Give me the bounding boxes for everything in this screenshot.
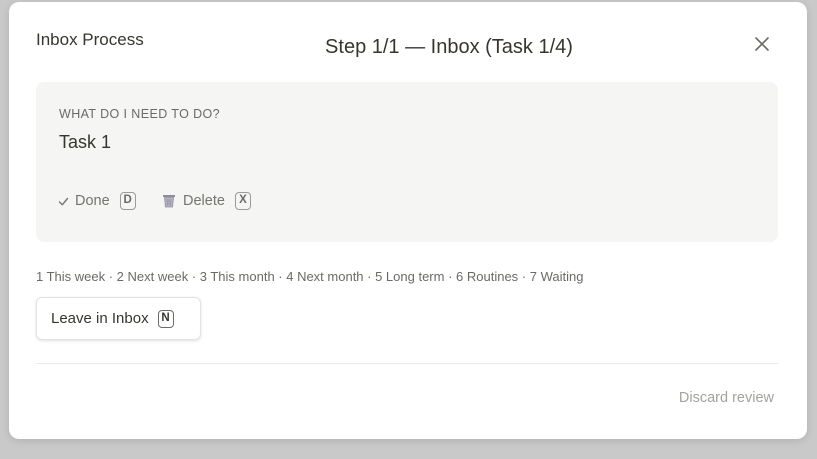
done-shortcut-key: D xyxy=(119,192,136,210)
delete-label: Delete xyxy=(183,193,225,209)
task-card: WHAT DO I NEED TO DO? Task 1 Done D Dele… xyxy=(36,82,778,242)
close-icon xyxy=(755,37,769,51)
leave-shortcut-key: N xyxy=(157,309,174,328)
task-question: WHAT DO I NEED TO DO? xyxy=(59,107,220,121)
leave-in-inbox-button[interactable]: Leave in Inbox N xyxy=(36,297,201,340)
check-icon xyxy=(58,196,69,207)
footer-divider xyxy=(36,363,778,364)
trash-icon xyxy=(161,193,177,209)
done-label: Done xyxy=(75,193,110,209)
done-button[interactable]: Done D xyxy=(58,192,136,210)
leave-in-inbox-label: Leave in Inbox xyxy=(51,310,149,327)
destination-options: 1 This week · 2 Next week · 3 This month… xyxy=(36,269,584,284)
step-title: Step 1/1 — Inbox (Task 1/4) xyxy=(325,36,573,58)
discard-review-link[interactable]: Discard review xyxy=(679,390,774,406)
inbox-process-dialog: Inbox Process Step 1/1 — Inbox (Task 1/4… xyxy=(9,2,807,439)
delete-button[interactable]: Delete X xyxy=(161,192,251,210)
delete-shortcut-key: X xyxy=(234,192,251,210)
task-name: Task 1 xyxy=(59,132,112,152)
close-button[interactable] xyxy=(752,34,772,54)
